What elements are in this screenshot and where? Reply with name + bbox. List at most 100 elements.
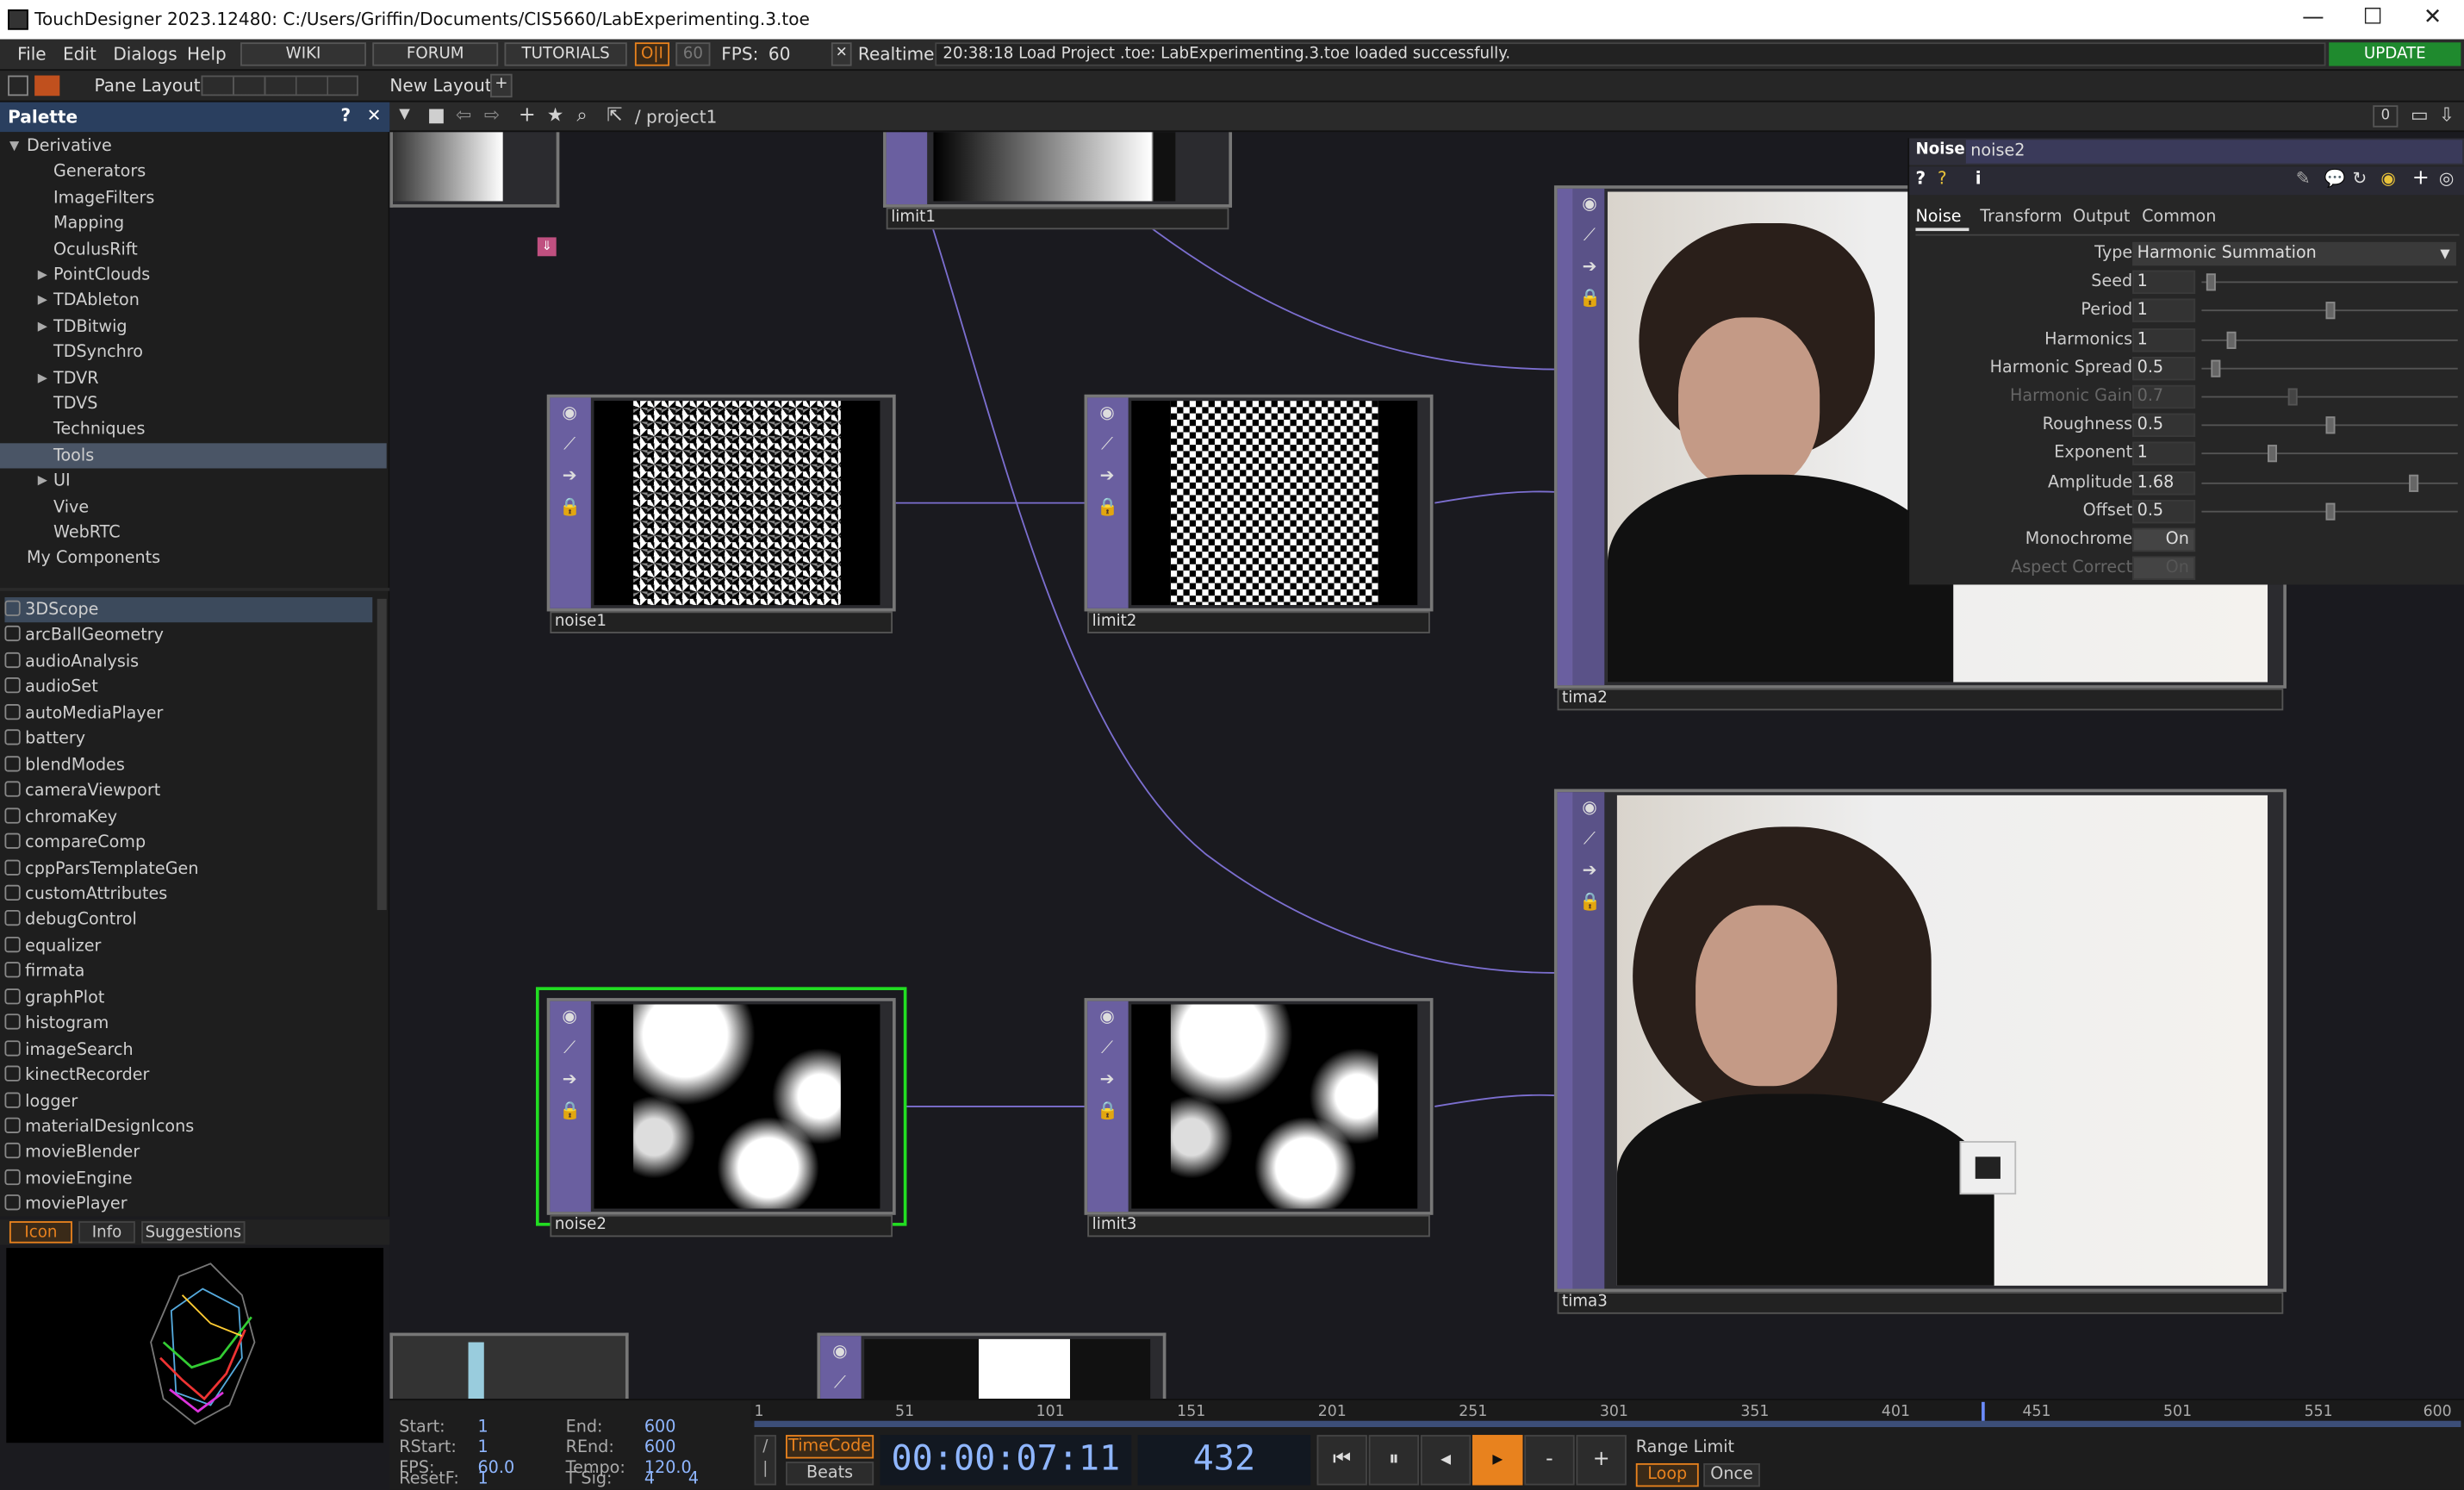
display-flag-icon[interactable]: ➔ (1579, 256, 1600, 277)
tree-item[interactable]: Tools (0, 442, 387, 469)
forward-icon[interactable]: ⇨ (484, 103, 500, 126)
update-button[interactable]: UPDATE (2329, 42, 2461, 66)
wiki-button[interactable]: WIKI (240, 42, 366, 66)
param-value-field[interactable]: 0.5 (2132, 499, 2196, 523)
node-limit1[interactable]: limit1 (883, 132, 1233, 230)
tree-item[interactable]: ▶ TDVR (0, 365, 387, 390)
tree-item[interactable]: Mapping (0, 211, 387, 236)
palette-list-item[interactable]: firmata (4, 959, 372, 984)
param-tab-noise[interactable]: Noise (1915, 208, 1969, 232)
layout-presets[interactable] (201, 75, 358, 97)
tree-item[interactable]: ImageFilters (0, 185, 387, 210)
menu-dialogs[interactable]: Dialogs (113, 44, 177, 65)
timecode-toggle[interactable]: TimeCode (786, 1435, 874, 1459)
lock-icon[interactable]: 🔒 (559, 496, 581, 517)
lock-icon[interactable]: 🔒 (1579, 288, 1601, 309)
param-toggle[interactable]: On (2132, 527, 2196, 552)
tab-info[interactable]: Info (78, 1221, 135, 1244)
bypass-icon[interactable]: ⟋ (559, 433, 580, 454)
collapsed-arrow-icon[interactable]: ▶ (38, 469, 47, 494)
lock-icon[interactable]: 🔒 (1579, 891, 1601, 912)
tree-item[interactable]: WebRTC (0, 521, 387, 546)
palette-list-item[interactable]: audioSet (4, 675, 372, 700)
param-slider-knob[interactable] (2408, 474, 2418, 492)
comment-icon[interactable]: 💬 (2324, 168, 2346, 189)
reset-icon[interactable]: ↻ (2353, 168, 2368, 189)
viewer-toggle-icon[interactable]: ◉ (1097, 402, 1117, 423)
info-icon[interactable]: i (1976, 168, 1982, 189)
palette-list-item[interactable]: kinectRecorder (4, 1063, 372, 1088)
node-tima3[interactable]: ◉ ⟋ ➔ 🔒 tima3 (1553, 789, 2287, 1314)
back-icon[interactable]: ⇦ (456, 103, 471, 126)
end-value[interactable]: 600 (644, 1418, 676, 1437)
bypass-icon[interactable]: ⟋ (1097, 433, 1117, 454)
lock-icon[interactable]: 🔒 (559, 1100, 581, 1121)
param-value-field[interactable]: 1 (2132, 271, 2196, 295)
param-slider-knob[interactable] (2324, 302, 2335, 320)
node-partial-topleft[interactable] (389, 132, 560, 208)
target-icon[interactable]: ◎ (2439, 168, 2455, 189)
param-value-field[interactable]: 1 (2132, 442, 2196, 466)
palette-list-item[interactable]: battery (4, 726, 372, 751)
tree-item[interactable]: ▶ UI (0, 469, 387, 494)
param-tab-output[interactable]: Output (2073, 208, 2131, 227)
perform-toggle[interactable]: O|I (634, 42, 670, 66)
param-slider-knob[interactable] (2324, 416, 2335, 434)
param-slider-track[interactable] (2201, 452, 2458, 455)
python-help-icon[interactable]: ? (1938, 168, 1947, 189)
tree-item[interactable]: ▼ Derivative (0, 134, 387, 159)
param-value-field[interactable]: 1 (2132, 299, 2196, 323)
collapsed-arrow-icon[interactable]: ▶ (38, 263, 47, 288)
param-slider-track[interactable] (2201, 367, 2458, 370)
maximize-pane-icon[interactable]: ▭ (2411, 103, 2429, 126)
palette-toggle-icon[interactable] (34, 75, 60, 97)
node-label[interactable]: limit3 (1087, 1214, 1430, 1238)
node-partial-bottom-left[interactable] (389, 1332, 629, 1400)
playhead[interactable] (1982, 1401, 1986, 1421)
param-tab-transform[interactable]: Transform (1980, 208, 2062, 227)
frame-plus-button[interactable]: + (1576, 1435, 1627, 1486)
download-icon[interactable]: ⇓ (537, 237, 557, 257)
display-flag-icon[interactable]: ➔ (1097, 1069, 1117, 1089)
lock-icon[interactable]: 🔒 (1097, 1100, 1118, 1121)
close-button[interactable]: ✕ (2417, 4, 2448, 29)
palette-list-item[interactable]: equalizer (4, 933, 372, 958)
param-value-field[interactable]: 1 (2132, 327, 2196, 352)
add-layout-button[interactable]: + (490, 73, 513, 98)
palette-list-item[interactable]: chromaKey (4, 804, 372, 829)
play-button[interactable]: ▸ (1472, 1435, 1523, 1486)
frame-display[interactable]: 432 (1137, 1435, 1311, 1486)
search-icon[interactable]: ⌕ (576, 103, 587, 127)
collapsed-arrow-icon[interactable]: ▶ (38, 314, 47, 339)
param-slider-knob[interactable] (2226, 331, 2236, 349)
resetf-value[interactable]: 1 (477, 1469, 488, 1488)
menu-edit[interactable]: Edit (63, 44, 96, 65)
bypass-icon[interactable]: ⟋ (1579, 828, 1600, 849)
help-icon[interactable]: ? (1915, 168, 1926, 189)
frame-minus-button[interactable]: - (1524, 1435, 1575, 1486)
realtime-checkbox[interactable]: ✕ (831, 42, 852, 66)
lock-icon[interactable]: 🔒 (1097, 496, 1118, 517)
param-value-field[interactable]: 1.68 (2132, 471, 2196, 495)
edit-icon[interactable]: ✎ (2296, 168, 2311, 189)
palette-list-item[interactable]: 3DScope (4, 597, 373, 623)
bypass-icon[interactable]: ⟋ (1097, 1038, 1117, 1058)
viewer-toggle-icon[interactable]: ◉ (559, 1006, 580, 1026)
menu-help[interactable]: Help (187, 44, 227, 65)
python-icon[interactable]: ◉ (2380, 168, 2396, 189)
palette-list-item[interactable]: logger (4, 1088, 372, 1113)
param-slider-track[interactable] (2201, 396, 2458, 398)
viewer-toggle-icon[interactable]: ◉ (1579, 797, 1600, 818)
tree-item[interactable]: Vive (0, 495, 387, 520)
expanded-arrow-icon[interactable]: ▼ (9, 134, 19, 159)
time-mode-toggle[interactable]: / | (754, 1435, 777, 1486)
bypass-icon[interactable]: ⟋ (1579, 225, 1600, 246)
tsig-denominator[interactable]: 4 (688, 1469, 699, 1488)
timecode-display[interactable]: 00:00:07:11 (880, 1435, 1132, 1486)
tree-item[interactable]: TDSynchro (0, 340, 387, 365)
palette-list-item[interactable]: compareComp (4, 830, 372, 855)
step-back-button[interactable]: ◂ (1420, 1435, 1472, 1486)
display-flag-icon[interactable]: ➔ (559, 1069, 580, 1089)
tab-icon[interactable]: Icon (9, 1221, 72, 1244)
parent-icon[interactable]: ⇱ (607, 103, 622, 126)
